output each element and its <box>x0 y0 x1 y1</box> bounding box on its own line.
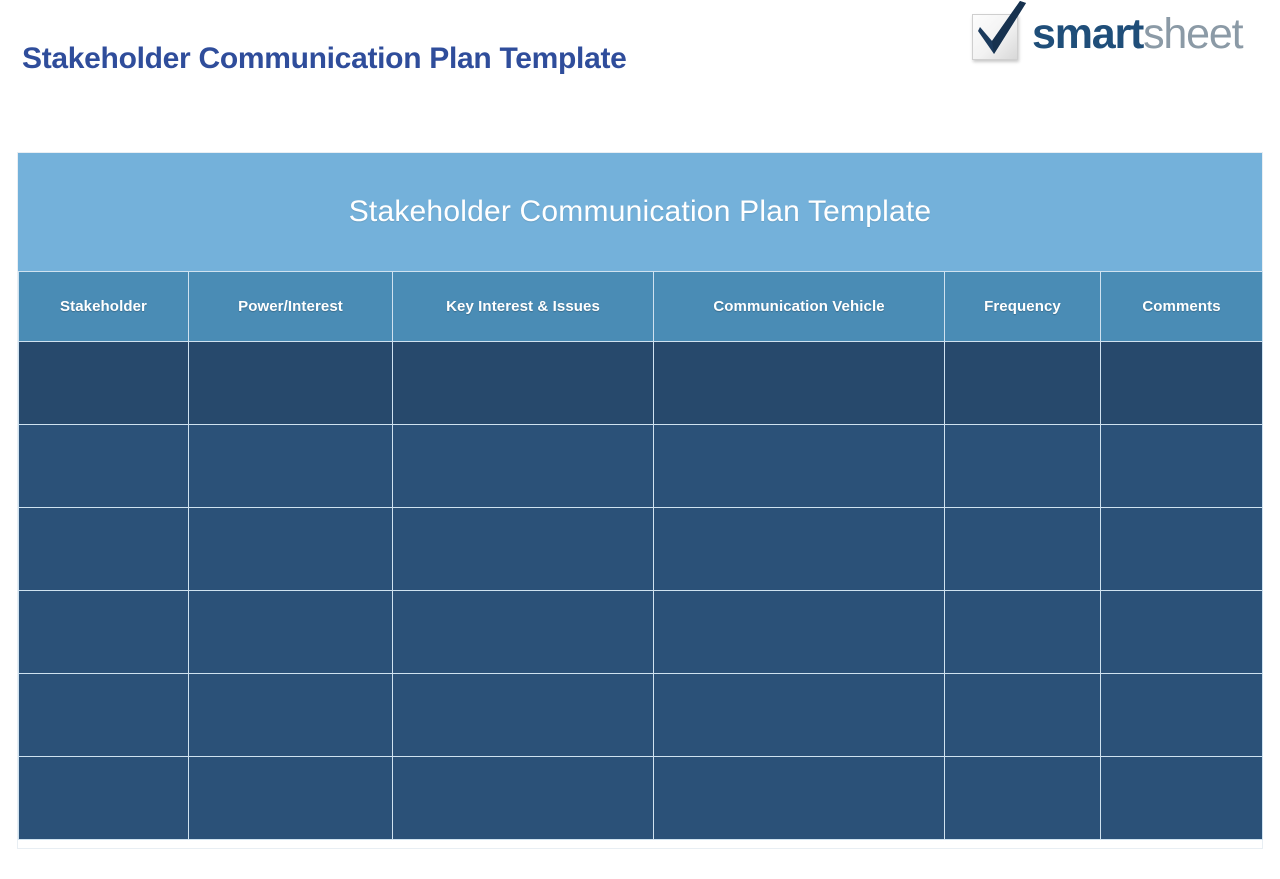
table-cell[interactable] <box>1100 341 1263 425</box>
table-cell[interactable] <box>944 590 1101 674</box>
table-cell[interactable] <box>944 756 1101 840</box>
checkmark-icon <box>978 1 1026 54</box>
logo-wordmark-secondary: sheet <box>1143 9 1243 58</box>
table-cell[interactable] <box>944 341 1101 425</box>
column-header-frequency[interactable]: Frequency <box>944 271 1101 342</box>
table-cell[interactable] <box>188 590 393 674</box>
table-row <box>18 424 1263 508</box>
stakeholder-plan-table: Stakeholder Communication Plan Template … <box>18 153 1263 848</box>
table-cell[interactable] <box>392 424 654 508</box>
column-header-key-interest-issues[interactable]: Key Interest & Issues <box>392 271 654 342</box>
table-cell[interactable] <box>1100 673 1263 757</box>
table-row <box>18 590 1263 674</box>
page-title: Stakeholder Communication Plan Template <box>22 42 627 75</box>
table-cell[interactable] <box>392 507 654 591</box>
logo-wordmark-primary: smart <box>1032 9 1144 58</box>
table-banner: Stakeholder Communication Plan Template <box>18 153 1262 271</box>
table-cell[interactable] <box>392 673 654 757</box>
table-cell[interactable] <box>944 424 1101 508</box>
table-cell[interactable] <box>188 507 393 591</box>
table-cell[interactable] <box>18 424 189 508</box>
table-cell[interactable] <box>1100 507 1263 591</box>
table-cell[interactable] <box>18 590 189 674</box>
table-cell[interactable] <box>1100 756 1263 840</box>
table-cell[interactable] <box>653 756 945 840</box>
table-cell[interactable] <box>18 507 189 591</box>
table-cell[interactable] <box>653 590 945 674</box>
table-cell[interactable] <box>1100 424 1263 508</box>
column-header-communication-vehicle[interactable]: Communication Vehicle <box>653 271 945 342</box>
column-header-comments[interactable]: Comments <box>1100 271 1263 342</box>
plan-grid: Stakeholder Power/Interest Key Interest … <box>18 271 1263 840</box>
table-cell[interactable] <box>653 341 945 425</box>
table-cell[interactable] <box>944 507 1101 591</box>
table-cell[interactable] <box>392 590 654 674</box>
table-cell[interactable] <box>653 424 945 508</box>
table-cell[interactable] <box>392 341 654 425</box>
page-header: Stakeholder Communication Plan Template … <box>0 0 1280 130</box>
table-cell[interactable] <box>188 424 393 508</box>
table-cell[interactable] <box>653 673 945 757</box>
table-cell[interactable] <box>18 341 189 425</box>
table-row <box>18 341 1263 425</box>
table-row <box>18 673 1263 757</box>
table-cell[interactable] <box>18 673 189 757</box>
table-row <box>18 507 1263 591</box>
table-cell[interactable] <box>18 756 189 840</box>
table-cell[interactable] <box>944 673 1101 757</box>
table-banner-title: Stakeholder Communication Plan Template <box>348 195 932 228</box>
smartsheet-logo: smartsheet <box>968 1 1244 66</box>
column-header-power-interest[interactable]: Power/Interest <box>188 271 393 342</box>
table-header-row: Stakeholder Power/Interest Key Interest … <box>18 271 1263 342</box>
logo-mark <box>968 1 1026 63</box>
table-cell[interactable] <box>188 673 393 757</box>
table-cell[interactable] <box>188 341 393 425</box>
table-cell[interactable] <box>392 756 654 840</box>
table-cell[interactable] <box>188 756 393 840</box>
table-row <box>18 756 1263 840</box>
table-cell[interactable] <box>653 507 945 591</box>
column-header-stakeholder[interactable]: Stakeholder <box>18 271 189 342</box>
logo-wordmark: smartsheet <box>1032 9 1244 58</box>
table-cell[interactable] <box>1100 590 1263 674</box>
